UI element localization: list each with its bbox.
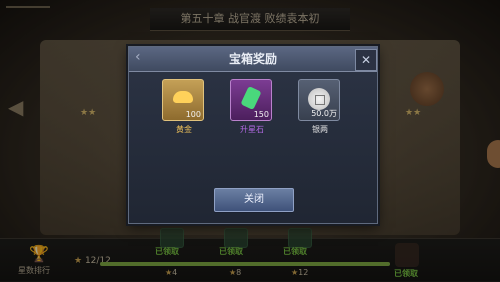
reward-item-star-stone[interactable]: 150 升星石 <box>230 79 274 135</box>
green-gem-icon: 150 <box>230 79 272 121</box>
coin-hole <box>315 95 325 105</box>
close-button[interactable]: 关闭 <box>214 188 294 212</box>
dialog-title: 宝箱奖励 <box>228 52 277 66</box>
gem-shape <box>240 85 262 111</box>
reward-item-gold[interactable]: 100 黄金 <box>162 79 206 135</box>
close-x-button[interactable]: ✕ <box>355 49 377 71</box>
reward-label: 升星石 <box>240 125 264 134</box>
close-icon: ✕ <box>360 53 372 67</box>
ingot-shape <box>173 91 193 103</box>
reward-item-silver[interactable]: 50.0万 银两 <box>298 79 342 135</box>
reward-label: 银两 <box>312 125 328 134</box>
coin-shape <box>308 88 330 110</box>
reward-label: 黄金 <box>176 125 192 134</box>
rewards-panel: 100 黄金 150 升星石 50.0万 银两 <box>139 79 367 175</box>
silver-coin-icon: 50.0万 <box>298 79 340 121</box>
reward-quantity: 100 <box>185 110 201 119</box>
reward-quantity: 150 <box>253 110 269 119</box>
gold-ingot-icon: 100 <box>162 79 204 121</box>
reward-quantity: 50.0万 <box>311 109 337 118</box>
chest-reward-dialog: ‹ 宝箱奖励 ✕ 100 黄金 150 升星石 50.0万 银两 关闭 <box>128 46 378 224</box>
